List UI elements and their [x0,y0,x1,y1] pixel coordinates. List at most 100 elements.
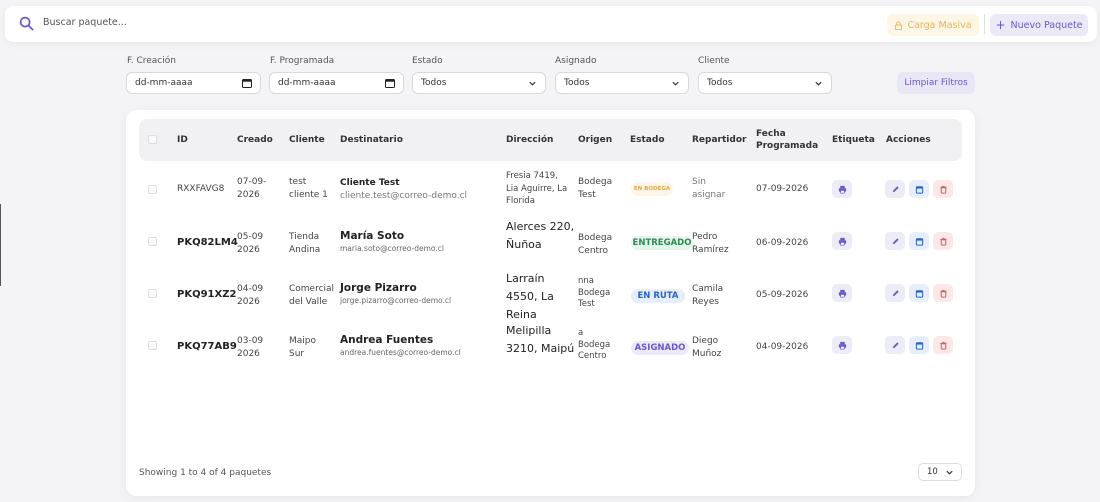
client-select[interactable]: Todos [698,72,832,94]
calendar-icon [915,289,923,298]
clear-filters-button[interactable]: Limpiar Filtros [897,72,975,94]
row-checkbox[interactable] [148,289,157,298]
printer-icon [838,185,846,193]
column-header: Repartidor [692,135,747,145]
reschedule-button[interactable] [909,336,929,354]
row-checkbox[interactable] [148,185,157,194]
new-package-label: Nuevo Paquete [1010,19,1083,31]
edit-button[interactable] [885,180,905,198]
origin-warehouse: Bodega Centro [578,233,613,256]
recipient-email: cliente.test@correo-demo.cl [340,191,468,201]
toolbar-divider [984,14,985,34]
client-name: Comercial del Valle [289,284,335,307]
package-id: RXXFAVG8 [177,184,225,194]
scheduled-date: 07-09-2026 [756,184,809,194]
client-filter-label: Cliente [698,56,730,66]
chevron-down-icon [672,81,679,86]
chevron-down-icon [815,81,822,86]
page-size-value: 10 [927,467,938,477]
assigned-select-value: Todos [564,78,590,88]
calendar-icon [915,341,923,350]
bulk-upload-label: Carga Masiva [907,19,972,31]
pagination-summary: Showing 1 to 4 of 4 paquetes [139,468,272,478]
recipient-name: María Soto [340,230,405,242]
recipient-name: Andrea Fuentes [340,334,434,346]
recipient-email: jorge.pizarro@correo-demo.cl [340,296,452,305]
status-badge: EN RUTA [631,289,685,303]
client-select-value: Todos [707,78,733,88]
lock-icon [895,20,903,30]
scheduled-date: 05-09-2026 [756,290,809,300]
pencil-icon [892,341,899,348]
pencil-icon [892,289,899,296]
top-bar: Buscar paquete... Carga Masiva + Nuevo P… [5,6,1097,42]
new-package-button[interactable]: + Nuevo Paquete [990,14,1088,36]
trash-icon [939,237,947,246]
created-date: 03-09 2026 [237,336,264,359]
delete-button[interactable] [933,336,953,354]
print-label-button[interactable] [832,180,852,198]
edit-button[interactable] [885,232,905,250]
window-edge [0,204,1,286]
delete-button[interactable] [933,180,953,198]
package-id: PKQ91XZ2 [177,289,237,300]
table-header: ID Creado Cliente Destinatario Dirección… [139,119,962,161]
reschedule-button[interactable] [909,180,929,198]
packages-table-card: ID Creado Cliente Destinatario Dirección… [126,110,975,496]
delete-button[interactable] [933,232,953,250]
calendar-icon[interactable] [242,78,252,88]
column-header: Creado [237,135,273,145]
print-label-button[interactable] [832,336,852,354]
trash-icon [939,289,947,298]
pencil-icon [892,185,899,192]
pencil-icon [892,237,899,244]
created-filter-label: F. Creación [127,56,176,66]
reschedule-button[interactable] [909,284,929,302]
recipient-email: maria.soto@correo-demo.cl [340,244,444,253]
delivery-address: Fresia 7419, Lia Aguirre, La Florida [506,171,568,206]
delivery-address: Larraín 4550, La Reina [506,272,554,321]
reschedule-button[interactable] [909,232,929,250]
edit-button[interactable] [885,284,905,302]
status-badge: ENTREGADO [631,236,693,250]
column-header: ID [177,135,188,145]
column-header: Etiqueta [832,135,875,145]
status-select[interactable]: Todos [412,72,546,94]
created-date: 05-09 2026 [237,232,264,255]
calendar-icon [915,185,923,194]
status-badge: ASIGNADO [631,341,689,355]
assigned-select[interactable]: Todos [555,72,689,94]
recipient-email: andrea.fuentes@correo-demo.cl [340,348,461,357]
delete-button[interactable] [933,284,953,302]
bulk-upload-button[interactable]: Carga Masiva [887,14,979,36]
select-all-checkbox[interactable] [148,135,157,144]
status-select-value: Todos [421,78,447,88]
recipient-name: Cliente Test [340,178,400,188]
client-name: Tienda Andina [289,232,321,255]
driver-name: Camila Reyes [692,284,724,307]
created-date-input[interactable]: dd-mm-aaaa [126,72,261,94]
trash-icon [939,341,947,350]
column-header: Cliente [289,135,325,145]
scheduled-filter-label: F. Programada [270,56,335,66]
scheduled-date-input[interactable]: dd-mm-aaaa [269,72,404,94]
calendar-icon[interactable] [385,78,395,88]
search-icon[interactable] [19,16,34,31]
package-id: PKQ77AB9 [177,341,237,352]
printer-icon [838,289,846,297]
edit-button[interactable] [885,336,905,354]
delivery-address: Alerces 220, Ñuñoa [506,220,575,251]
row-checkbox[interactable] [148,341,157,350]
print-label-button[interactable] [832,232,852,250]
chevron-down-icon [946,470,953,475]
print-label-button[interactable] [832,284,852,302]
origin-warehouse: Bodega Test [578,177,613,200]
page-size-select[interactable]: 10 [918,463,962,481]
recipient-name: Jorge Pizarro [340,282,417,294]
row-checkbox[interactable] [148,237,157,246]
status-badge: EN BODEGA [631,182,673,196]
search-input[interactable]: Buscar paquete... [43,17,127,28]
assigned-filter-label: Asignado [555,56,597,66]
client-name: test cliente 1 [289,177,328,200]
column-header: Dirección [506,135,554,145]
